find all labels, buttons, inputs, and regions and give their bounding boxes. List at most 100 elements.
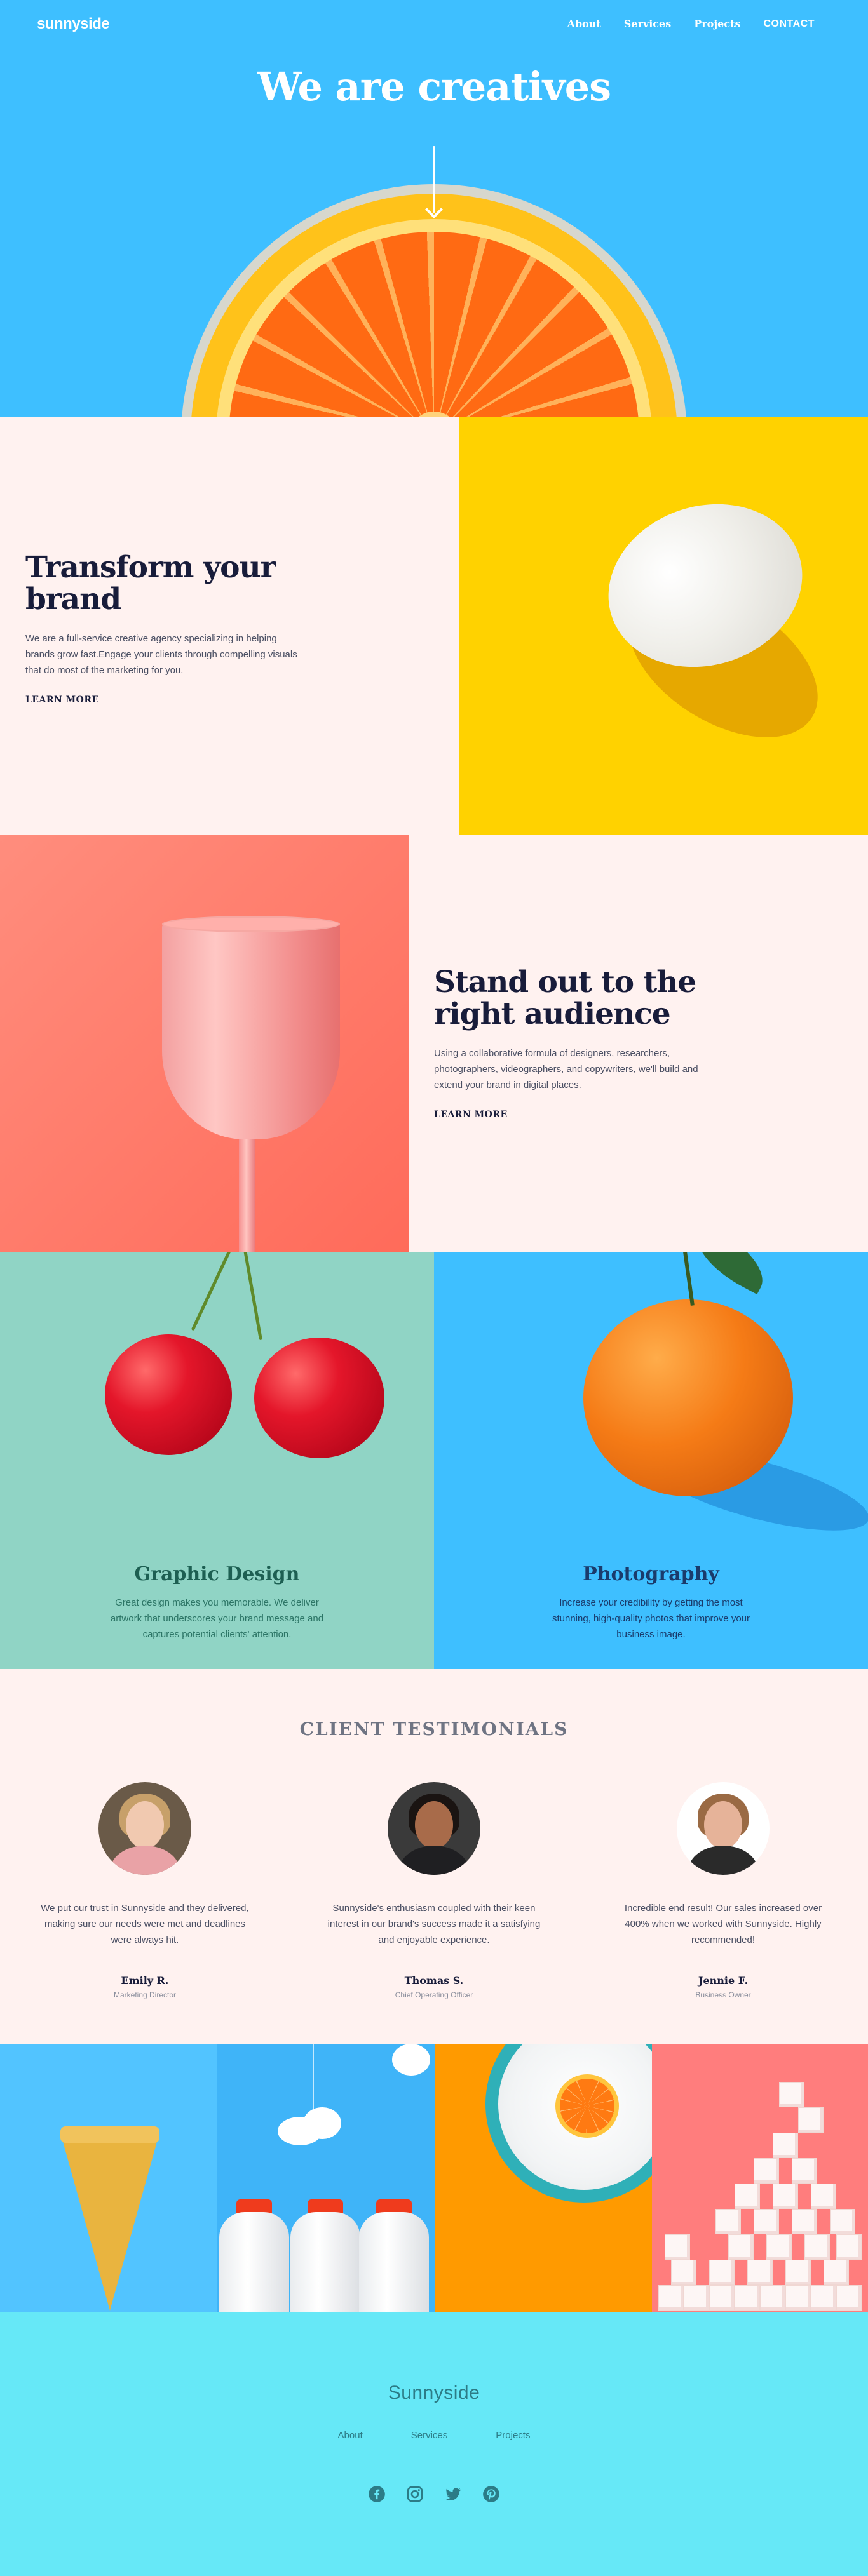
photography-desc: Increase your credibility by getting the… [552, 1597, 750, 1640]
orange-stem [683, 1252, 695, 1306]
facebook-icon[interactable] [368, 2485, 386, 2503]
sugar-cube [830, 2209, 855, 2234]
testimonial-card: Incredible end result! Our sales increas… [615, 1782, 831, 1999]
site-logo[interactable]: sunnyside [37, 15, 110, 33]
sugar-cube [728, 2234, 754, 2260]
sugar-cube [760, 2285, 785, 2311]
avatar-face [704, 1801, 742, 1849]
testimonials-heading: CLIENT TESTIMONIALS [299, 1719, 569, 1740]
testimonial-name: Jennie F. [698, 1975, 749, 1987]
nav-services[interactable]: Services [624, 18, 671, 30]
standout-content: Stand out to the right audience Using a … [431, 965, 777, 1120]
testimonials-section: CLIENT TESTIMONIALS We put our trust in … [0, 1669, 868, 2044]
sugar-cube [709, 2260, 735, 2285]
sugar-cube [658, 2285, 684, 2311]
cherry-stem [243, 1252, 262, 1341]
cloud [303, 2107, 341, 2139]
avatar-face [126, 1801, 164, 1849]
gallery-section [0, 2044, 868, 2312]
testimonial-card: We put our trust in Sunnyside and they d… [37, 1782, 253, 1999]
hero-section: sunnyside About Services Projects CONTAC… [0, 0, 868, 417]
standout-learn-more-link[interactable]: LEARN MORE [431, 1110, 510, 1120]
testimonial-name: Emily R. [121, 1975, 169, 1987]
footer-nav-projects[interactable]: Projects [496, 2430, 530, 2441]
cherry-image [105, 1334, 232, 1455]
sugar-cube [747, 2260, 773, 2285]
pinterest-icon[interactable] [482, 2485, 500, 2503]
avatar [98, 1782, 191, 1875]
social-links [0, 2485, 868, 2503]
string [313, 2044, 314, 2114]
sugar-cube [836, 2285, 862, 2311]
testimonial-role: Chief Operating Officer [395, 1990, 473, 1999]
sugar-cube [684, 2285, 709, 2311]
footer-nav-about[interactable]: About [338, 2430, 363, 2441]
sugar-cube [785, 2285, 811, 2311]
gallery-cone-image [0, 2044, 217, 2312]
instagram-icon[interactable] [406, 2485, 424, 2503]
sugar-cube [773, 2133, 798, 2158]
main-nav: About Services Projects CONTACT [567, 18, 815, 30]
testimonial-role: Marketing Director [113, 1990, 177, 1999]
photography-card: Photography Increase your credibility by… [434, 1252, 868, 1669]
nav-contact[interactable]: CONTACT [763, 18, 815, 30]
hero-title: We are creatives [257, 64, 611, 110]
avatar [388, 1782, 480, 1875]
arrow-down-icon[interactable] [424, 146, 444, 222]
standout-title: Stand out to the right audience [434, 965, 696, 1031]
sugar-cube [792, 2158, 817, 2184]
avatar-face [415, 1801, 453, 1849]
transform-text-panel: Transform your brand We are a full-servi… [0, 417, 459, 835]
sugar-cube [773, 2184, 798, 2209]
gallery-milk-image [217, 2044, 435, 2312]
footer-nav-services[interactable]: Services [411, 2430, 448, 2441]
transform-body: We are a full-service creative agency sp… [25, 633, 297, 676]
nav-about[interactable]: About [567, 18, 600, 30]
transform-title: Transform your brand [25, 550, 276, 617]
sugar-cube [754, 2209, 779, 2234]
testimonial-quote: Sunnyside's enthusiasm coupled with thei… [327, 1903, 541, 1945]
transform-section: Transform your brand We are a full-servi… [0, 417, 868, 835]
sugar-cube [798, 2107, 824, 2133]
testimonial-role: Business Owner [695, 1990, 751, 1999]
graphic-design-title: Graphic Design [134, 1563, 300, 1585]
sugar-cube [779, 2082, 804, 2107]
sugar-cube [785, 2260, 811, 2285]
orange-slice [555, 2074, 619, 2138]
leaf [684, 1252, 775, 1295]
arrow-head [424, 200, 444, 219]
footer-nav: About Services Projects [0, 2430, 868, 2441]
cherry-stem [191, 1252, 232, 1331]
bottle [359, 2212, 429, 2312]
glass-image [0, 835, 409, 1252]
services-section: Graphic Design Great design makes you me… [0, 1252, 868, 1669]
sugar-cube [715, 2209, 741, 2234]
egg-image [459, 417, 868, 835]
cherry-image [254, 1338, 384, 1458]
standout-section: Stand out to the right audience Using a … [0, 835, 868, 1252]
orange-image [583, 1299, 793, 1496]
testimonial-card: Sunnyside's enthusiasm coupled with thei… [326, 1782, 542, 1999]
transform-learn-more-link[interactable]: LEARN MORE [23, 695, 102, 705]
glass-stem [239, 1127, 255, 1252]
photography-title: Photography [583, 1563, 719, 1585]
testimonial-quote: We put our trust in Sunnyside and they d… [41, 1903, 249, 1945]
graphic-design-card: Graphic Design Great design makes you me… [0, 1252, 434, 1669]
nav-projects[interactable]: Projects [694, 18, 740, 30]
sugar-cube [804, 2234, 830, 2260]
transform-content: Transform your brand We are a full-servi… [23, 550, 305, 706]
cone-top [60, 2126, 159, 2143]
sugar-cube [665, 2234, 690, 2260]
bottle [219, 2212, 289, 2312]
avatar-body [110, 1846, 180, 1875]
testimonial-quote: Incredible end result! Our sales increas… [624, 1903, 822, 1945]
sugar-cube [792, 2209, 817, 2234]
avatar [677, 1782, 770, 1875]
sugar-cube [811, 2285, 836, 2311]
footer-logo[interactable]: Sunnyside [0, 2382, 868, 2404]
twitter-icon[interactable] [444, 2485, 462, 2503]
glass-cup [162, 923, 340, 1139]
sugar-cube [836, 2234, 862, 2260]
cone [60, 2133, 159, 2311]
glass-rim [162, 916, 340, 932]
